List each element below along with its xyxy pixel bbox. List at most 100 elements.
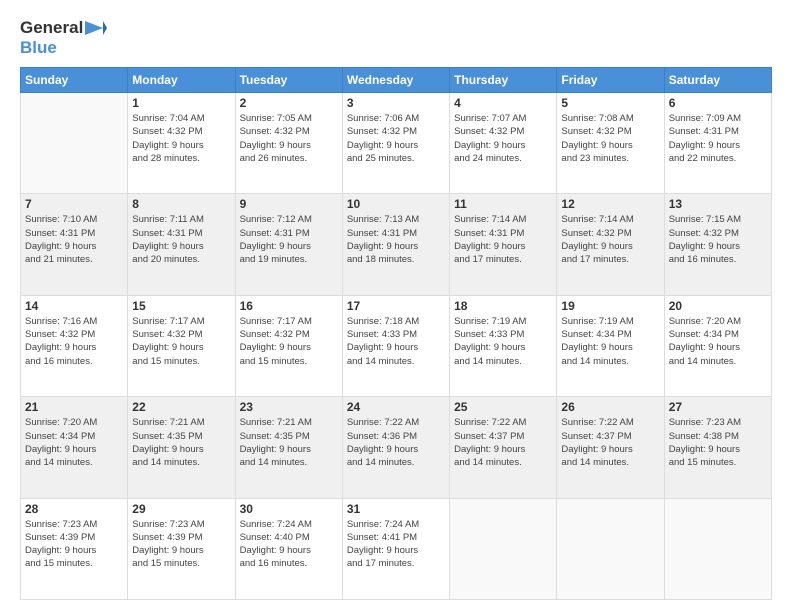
calendar-cell: 29 Sunrise: 7:23 AMSunset: 4:39 PMDayligh… — [128, 498, 235, 599]
day-number: 30 — [240, 502, 338, 516]
calendar-cell: 30 Sunrise: 7:24 AMSunset: 4:40 PMDayligh… — [235, 498, 342, 599]
weekday-header-wednesday: Wednesday — [342, 68, 449, 93]
calendar-cell: 19 Sunrise: 7:19 AMSunset: 4:34 PMDayligh… — [557, 295, 664, 396]
calendar-cell: 18 Sunrise: 7:19 AMSunset: 4:33 PMDayligh… — [450, 295, 557, 396]
calendar-cell — [21, 93, 128, 194]
day-number: 7 — [25, 197, 123, 211]
calendar-cell: 22Sunrise: 7:21 AMSunset: 4:35 PMDayligh… — [128, 397, 235, 498]
day-number: 24 — [347, 400, 445, 414]
day-info: Sunrise: 7:12 AMSunset: 4:31 PMDaylight:… — [240, 213, 338, 266]
calendar-table: SundayMondayTuesdayWednesdayThursdayFrid… — [20, 67, 772, 600]
calendar-cell: 5Sunrise: 7:08 AMSunset: 4:32 PMDaylight… — [557, 93, 664, 194]
calendar-cell: 3 Sunrise: 7:06 AMSunset: 4:32 PMDaylight… — [342, 93, 449, 194]
calendar-row: 28 Sunrise: 7:23 AMSunset: 4:39 PMDayligh… — [21, 498, 772, 599]
weekday-header-monday: Monday — [128, 68, 235, 93]
calendar-cell — [664, 498, 771, 599]
day-number: 29 — [132, 502, 230, 516]
day-info: Sunrise: 7:21 AMSunset: 4:35 PMDaylight:… — [240, 416, 338, 469]
day-number: 2 — [240, 96, 338, 110]
day-number: 11 — [454, 197, 552, 211]
day-info: Sunrise: 7:13 AMSunset: 4:31 PMDaylight:… — [347, 213, 445, 266]
calendar-cell: 6 Sunrise: 7:09 AMSunset: 4:31 PMDaylight… — [664, 93, 771, 194]
day-number: 3 — [347, 96, 445, 110]
day-number: 6 — [669, 96, 767, 110]
calendar-cell: 17Sunrise: 7:18 AMSunset: 4:33 PMDayligh… — [342, 295, 449, 396]
day-number: 28 — [25, 502, 123, 516]
day-number: 20 — [669, 299, 767, 313]
day-number: 1 — [132, 96, 230, 110]
day-info: Sunrise: 7:20 AMSunset: 4:34 PMDaylight:… — [25, 416, 123, 469]
calendar-cell: 16 Sunrise: 7:17 AMSunset: 4:32 PMDayligh… — [235, 295, 342, 396]
calendar-row: 7Sunrise: 7:10 AMSunset: 4:31 PMDaylight… — [21, 194, 772, 295]
day-number: 12 — [561, 197, 659, 211]
day-info: Sunrise: 7:19 AMSunset: 4:34 PMDaylight:… — [561, 315, 659, 368]
day-info: Sunrise: 7:24 AMSunset: 4:41 PMDaylight:… — [347, 518, 445, 571]
day-info: Sunrise: 7:09 AMSunset: 4:31 PMDaylight:… — [669, 112, 767, 165]
calendar-cell: 14 Sunrise: 7:16 AMSunset: 4:32 PMDayligh… — [21, 295, 128, 396]
day-number: 19 — [561, 299, 659, 313]
calendar-cell: 15 Sunrise: 7:17 AMSunset: 4:32 PMDayligh… — [128, 295, 235, 396]
day-number: 21 — [25, 400, 123, 414]
calendar-cell: 13 Sunrise: 7:15 AMSunset: 4:32 PMDayligh… — [664, 194, 771, 295]
calendar-cell: 23 Sunrise: 7:21 AMSunset: 4:35 PMDayligh… — [235, 397, 342, 498]
calendar-cell: 4Sunrise: 7:07 AMSunset: 4:32 PMDaylight… — [450, 93, 557, 194]
calendar-cell: 10Sunrise: 7:13 AMSunset: 4:31 PMDayligh… — [342, 194, 449, 295]
calendar-cell — [450, 498, 557, 599]
day-info: Sunrise: 7:17 AMSunset: 4:32 PMDaylight:… — [240, 315, 338, 368]
calendar-row: 1 Sunrise: 7:04 AMSunset: 4:32 PMDaylight… — [21, 93, 772, 194]
day-info: Sunrise: 7:06 AMSunset: 4:32 PMDaylight:… — [347, 112, 445, 165]
logo-text: General Blue — [20, 18, 83, 57]
day-info: Sunrise: 7:23 AMSunset: 4:38 PMDaylight:… — [669, 416, 767, 469]
day-info: Sunrise: 7:22 AMSunset: 4:37 PMDaylight:… — [561, 416, 659, 469]
calendar-cell: 27Sunrise: 7:23 AMSunset: 4:38 PMDayligh… — [664, 397, 771, 498]
calendar-cell: 2 Sunrise: 7:05 AMSunset: 4:32 PMDaylight… — [235, 93, 342, 194]
calendar-row: 21 Sunrise: 7:20 AMSunset: 4:34 PMDayligh… — [21, 397, 772, 498]
day-info: Sunrise: 7:05 AMSunset: 4:32 PMDaylight:… — [240, 112, 338, 165]
day-number: 23 — [240, 400, 338, 414]
logo: General Blue — [20, 18, 83, 57]
day-info: Sunrise: 7:20 AMSunset: 4:34 PMDaylight:… — [669, 315, 767, 368]
calendar-cell: 7Sunrise: 7:10 AMSunset: 4:31 PMDaylight… — [21, 194, 128, 295]
calendar-cell: 9 Sunrise: 7:12 AMSunset: 4:31 PMDaylight… — [235, 194, 342, 295]
day-info: Sunrise: 7:14 AMSunset: 4:31 PMDaylight:… — [454, 213, 552, 266]
weekday-header-sunday: Sunday — [21, 68, 128, 93]
day-number: 31 — [347, 502, 445, 516]
calendar-cell — [557, 498, 664, 599]
day-number: 9 — [240, 197, 338, 211]
day-info: Sunrise: 7:24 AMSunset: 4:40 PMDaylight:… — [240, 518, 338, 571]
day-number: 18 — [454, 299, 552, 313]
day-info: Sunrise: 7:07 AMSunset: 4:32 PMDaylight:… — [454, 112, 552, 165]
calendar-cell: 8Sunrise: 7:11 AMSunset: 4:31 PMDaylight… — [128, 194, 235, 295]
day-number: 15 — [132, 299, 230, 313]
weekday-header-friday: Friday — [557, 68, 664, 93]
header: General Blue — [20, 18, 772, 57]
calendar-cell: 25 Sunrise: 7:22 AMSunset: 4:37 PMDayligh… — [450, 397, 557, 498]
calendar-cell: 21 Sunrise: 7:20 AMSunset: 4:34 PMDayligh… — [21, 397, 128, 498]
day-info: Sunrise: 7:23 AMSunset: 4:39 PMDaylight:… — [25, 518, 123, 571]
day-info: Sunrise: 7:14 AMSunset: 4:32 PMDaylight:… — [561, 213, 659, 266]
calendar-cell: 1 Sunrise: 7:04 AMSunset: 4:32 PMDaylight… — [128, 93, 235, 194]
day-number: 16 — [240, 299, 338, 313]
weekday-header-saturday: Saturday — [664, 68, 771, 93]
day-info: Sunrise: 7:17 AMSunset: 4:32 PMDaylight:… — [132, 315, 230, 368]
calendar-row: 14 Sunrise: 7:16 AMSunset: 4:32 PMDayligh… — [21, 295, 772, 396]
day-info: Sunrise: 7:16 AMSunset: 4:32 PMDaylight:… — [25, 315, 123, 368]
calendar-cell: 20 Sunrise: 7:20 AMSunset: 4:34 PMDayligh… — [664, 295, 771, 396]
day-info: Sunrise: 7:22 AMSunset: 4:36 PMDaylight:… — [347, 416, 445, 469]
calendar-cell: 24 Sunrise: 7:22 AMSunset: 4:36 PMDayligh… — [342, 397, 449, 498]
calendar-cell: 11 Sunrise: 7:14 AMSunset: 4:31 PMDayligh… — [450, 194, 557, 295]
day-number: 26 — [561, 400, 659, 414]
day-info: Sunrise: 7:21 AMSunset: 4:35 PMDaylight:… — [132, 416, 230, 469]
weekday-header-tuesday: Tuesday — [235, 68, 342, 93]
day-info: Sunrise: 7:19 AMSunset: 4:33 PMDaylight:… — [454, 315, 552, 368]
day-info: Sunrise: 7:23 AMSunset: 4:39 PMDaylight:… — [132, 518, 230, 571]
calendar-cell: 12 Sunrise: 7:14 AMSunset: 4:32 PMDayligh… — [557, 194, 664, 295]
day-info: Sunrise: 7:22 AMSunset: 4:37 PMDaylight:… — [454, 416, 552, 469]
day-info: Sunrise: 7:04 AMSunset: 4:32 PMDaylight:… — [132, 112, 230, 165]
day-number: 14 — [25, 299, 123, 313]
day-number: 25 — [454, 400, 552, 414]
day-info: Sunrise: 7:15 AMSunset: 4:32 PMDaylight:… — [669, 213, 767, 266]
day-info: Sunrise: 7:18 AMSunset: 4:33 PMDaylight:… — [347, 315, 445, 368]
day-number: 13 — [669, 197, 767, 211]
calendar-cell: 28 Sunrise: 7:23 AMSunset: 4:39 PMDayligh… — [21, 498, 128, 599]
